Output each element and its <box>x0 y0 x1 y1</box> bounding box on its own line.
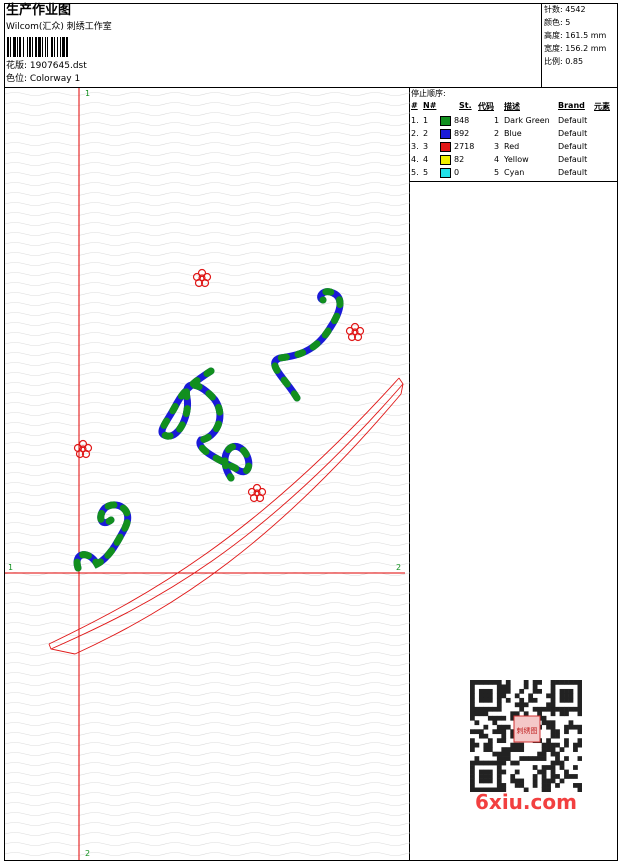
row-description: Cyan <box>504 168 525 177</box>
fabric-background <box>5 88 410 860</box>
row-needle: 5 <box>423 168 429 177</box>
stat-height: 高度: 161.5 mm <box>544 31 607 40</box>
row-description: Dark Green <box>504 116 550 125</box>
guide-label-left: 1 <box>8 563 13 572</box>
row-brand: Default <box>558 116 588 125</box>
guide-label-right: 2 <box>396 563 401 572</box>
row-code: 3 <box>494 142 500 151</box>
row-description: Red <box>504 142 520 151</box>
stat-scale: 比例: 0.85 <box>544 57 584 66</box>
table-row: 3. 3 2718 3 Red Default <box>410 141 618 154</box>
col-element: 元素 <box>594 102 610 111</box>
row-stitches: 2718 <box>454 142 475 151</box>
stat-colors: 颜色: 5 <box>544 18 571 27</box>
row-index: 4. <box>411 155 419 164</box>
row-brand: Default <box>558 129 588 138</box>
company-name: Wilcom(汇众) 刺绣工作室 <box>6 22 112 32</box>
qr-stamp-text: 刺绣图 <box>517 726 538 735</box>
row-code: 1 <box>494 116 500 125</box>
row-stitches: 0 <box>454 168 460 177</box>
stop-sequence-heading: 停止顺序: <box>411 89 446 98</box>
color-swatch <box>440 168 451 178</box>
table-bottom <box>409 181 618 182</box>
table-row: 1. 1 848 1 Dark Green Default <box>410 115 618 128</box>
row-brand: Default <box>558 155 588 164</box>
stat-width: 宽度: 156.2 mm <box>544 44 607 53</box>
row-needle: 3 <box>423 142 429 151</box>
guide-label-top: 1 <box>85 89 90 98</box>
row-needle: 4 <box>423 155 429 164</box>
row-code: 2 <box>494 129 500 138</box>
color-swatch <box>440 129 451 139</box>
row-description: Yellow <box>504 155 529 164</box>
design-canvas: 1 2 1 2 <box>5 88 410 860</box>
row-description: Blue <box>504 129 522 138</box>
row-index: 3. <box>411 142 419 151</box>
col-needle: N# <box>423 101 437 110</box>
row-stitches: 848 <box>454 116 470 125</box>
barcode <box>7 37 68 57</box>
row-stitches: 82 <box>454 155 465 164</box>
col-desc: 描述 <box>504 102 520 111</box>
qr-code-watermark: 刺绣图 <box>470 680 582 792</box>
col-stitches: St. <box>459 101 472 110</box>
row-index: 2. <box>411 129 419 138</box>
row-stitches: 892 <box>454 129 470 138</box>
table-row: 2. 2 892 2 Blue Default <box>410 128 618 141</box>
row-needle: 2 <box>423 129 429 138</box>
row-brand: Default <box>558 168 588 177</box>
page-title: 生产作业图 <box>6 3 72 18</box>
table-header: # N# St. 代码 描述 Brand 元素 <box>410 101 618 113</box>
row-code: 4 <box>494 155 500 164</box>
guide-label-bottom: 2 <box>85 849 90 858</box>
col-code: 代码 <box>478 102 494 111</box>
col-index: # <box>411 101 418 110</box>
row-index: 1. <box>411 116 419 125</box>
row-index: 5. <box>411 168 419 177</box>
stat-stitches: 针数: 4542 <box>544 5 586 14</box>
table-row: 4. 4 82 4 Yellow Default <box>410 154 618 167</box>
color-swatch <box>440 142 451 152</box>
color-swatch <box>440 155 451 165</box>
row-needle: 1 <box>423 116 429 125</box>
colorway-label: 色位: Colorway 1 <box>6 74 81 84</box>
row-brand: Default <box>558 142 588 151</box>
watermark-site: 6xiu.com <box>475 790 577 814</box>
col-brand: Brand <box>558 101 585 110</box>
color-swatch <box>440 116 451 126</box>
design-file: 花版: 1907645.dst <box>6 61 87 71</box>
row-code: 5 <box>494 168 500 177</box>
table-row: 5. 5 0 5 Cyan Default <box>410 167 618 180</box>
